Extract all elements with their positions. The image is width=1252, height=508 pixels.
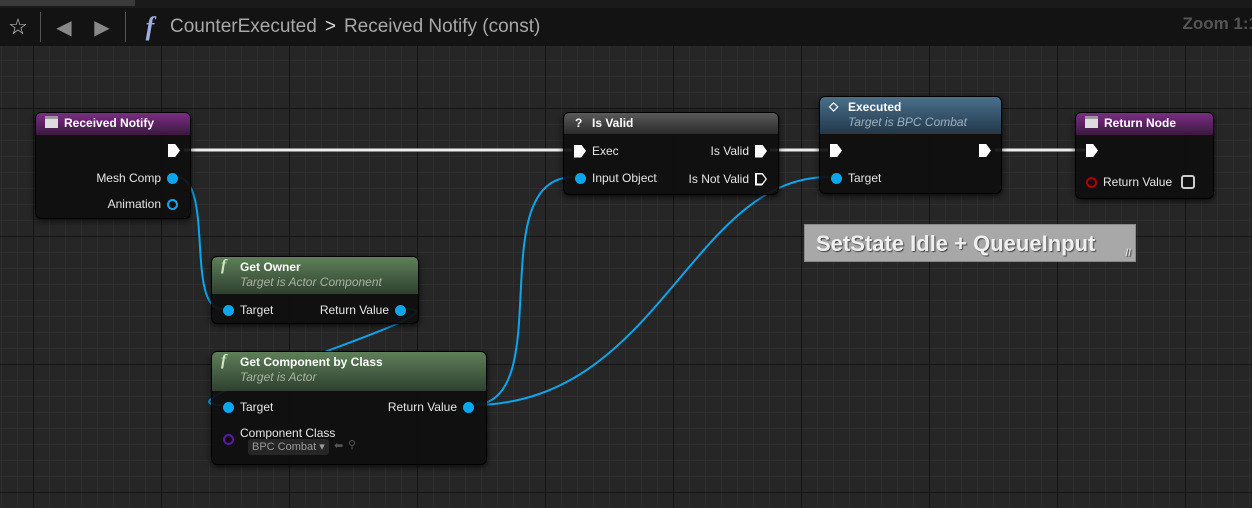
is-valid-exec-pin[interactable] [755, 144, 767, 158]
pin-label: Is Valid [710, 144, 749, 158]
pin-label: Target [848, 171, 882, 185]
animation-pin[interactable] [167, 198, 178, 210]
node-title: Received Notify [64, 116, 155, 130]
pin-label: Is Not Valid [688, 172, 749, 186]
node-title: Is Valid [592, 116, 634, 130]
object-wire [471, 176, 830, 406]
resize-handle-icon[interactable]: // [1125, 248, 1131, 259]
entry-icon [45, 116, 58, 128]
node-get-owner[interactable]: f Get Owner Target is Actor Component Targ… [211, 256, 419, 324]
component-class-dropdown[interactable]: BPC Combat ▾ [248, 439, 329, 455]
use-selected-arrow-icon[interactable]: ⬅ [334, 439, 343, 452]
return-value-pin[interactable] [1086, 176, 1097, 188]
node-return[interactable]: Return Node Return Value [1075, 112, 1214, 199]
return-value-checkbox[interactable] [1181, 175, 1196, 189]
input-object-pin[interactable] [575, 172, 586, 184]
pin-label: Return Value [319, 303, 389, 317]
pin-label: Target [240, 400, 274, 414]
exec-in-pin[interactable] [1086, 144, 1098, 157]
node-title: Return Node [1104, 116, 1176, 130]
comment-box[interactable]: SetState Idle + QueueInput // [804, 224, 1136, 262]
component-class-pin[interactable] [223, 434, 234, 445]
target-pin[interactable] [223, 304, 234, 316]
node-title: Get Component by Class [240, 355, 383, 369]
dropdown-value: BPC Combat [252, 441, 317, 453]
exec-out-pin[interactable] [168, 144, 180, 157]
function-icon: f [221, 352, 227, 369]
node-get-component-by-class[interactable]: f Get Component by Class Target is Actor T… [211, 351, 487, 465]
object-wire [471, 176, 575, 406]
pin-label: Component Class [240, 426, 336, 440]
mesh-comp-pin[interactable] [167, 172, 178, 184]
node-title: Get Owner [240, 260, 301, 274]
pin-label: Exec [592, 144, 619, 158]
node-subtitle: Target is Actor Component [240, 275, 382, 289]
pin-label: Return Value [1103, 175, 1173, 189]
return-icon [1085, 116, 1098, 128]
comment-text: SetState Idle + QueueInput [816, 231, 1096, 256]
browse-search-icon[interactable]: ⚲ [348, 438, 356, 451]
return-value-pin[interactable] [395, 304, 406, 316]
node-is-valid[interactable]: ? Is Valid Exec Input Object Is Valid Is … [563, 112, 779, 195]
function-icon: f [221, 257, 227, 274]
pin-label: Animation [107, 197, 161, 211]
exec-in-pin[interactable] [830, 144, 842, 157]
node-title: Executed [848, 100, 902, 114]
pin-label: Mesh Comp [96, 171, 161, 185]
pin-label: Return Value [387, 400, 457, 414]
pin-label: Target [240, 303, 274, 317]
is-not-valid-exec-pin[interactable] [755, 172, 767, 186]
question-icon: ? [575, 116, 583, 130]
node-subtitle: Target is BPC Combat [848, 115, 967, 129]
exec-in-pin[interactable] [574, 144, 586, 158]
node-received-notify[interactable]: Received Notify Mesh Comp Animation [35, 112, 191, 219]
pin-label: Input Object [592, 171, 657, 185]
target-pin[interactable] [831, 172, 842, 184]
exec-out-pin[interactable] [979, 144, 991, 157]
chevron-down-icon: ▾ [319, 441, 325, 453]
node-subtitle: Target is Actor [240, 370, 317, 384]
event-diamond-icon: ◇ [829, 99, 839, 113]
return-value-pin[interactable] [463, 401, 474, 413]
node-executed[interactable]: ◇ Executed Target is BPC Combat Target [819, 96, 1002, 194]
target-pin[interactable] [223, 401, 234, 413]
